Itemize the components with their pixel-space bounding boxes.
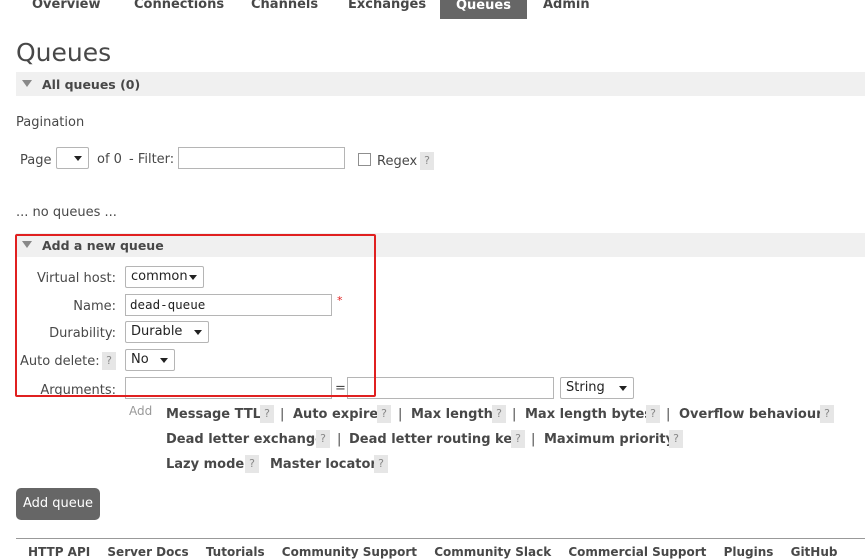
auto-delete-value: No: [131, 352, 149, 367]
page-label: Page: [20, 153, 52, 168]
regex-checkbox[interactable]: [358, 153, 371, 166]
help-icon[interactable]: ?: [511, 430, 525, 448]
durability-label: Durability:: [49, 326, 116, 341]
tab-queues[interactable]: Queues: [440, 0, 527, 19]
regex-label: Regex: [377, 154, 418, 169]
page-title: Queues: [16, 38, 112, 67]
chevron-down-icon: [160, 358, 168, 363]
of-pages-label: of 0: [97, 152, 122, 167]
help-icon[interactable]: ?: [260, 405, 274, 423]
durability-value: Durable: [131, 324, 183, 339]
footer-links: HTTP API Server Docs Tutorials Community…: [28, 545, 850, 559]
required-asterisk: *: [337, 294, 343, 307]
auto-delete-label: Auto delete:: [20, 354, 100, 369]
filter-input[interactable]: [178, 147, 345, 169]
separator: |: [280, 407, 285, 422]
arguments-label: Arguments:: [40, 383, 116, 398]
tab-admin[interactable]: Admin: [543, 0, 590, 19]
auto-delete-help-icon[interactable]: ?: [102, 352, 116, 370]
chevron-down-icon: [194, 330, 202, 335]
arg-max-length-bytes-link[interactable]: Max length bytes: [525, 407, 652, 422]
queue-name-input[interactable]: dead-queue: [125, 294, 332, 316]
footer-link-github[interactable]: GitHub: [791, 545, 838, 559]
arg-auto-expire-link[interactable]: Auto expire: [293, 407, 378, 422]
tab-overview[interactable]: Overview: [32, 0, 101, 19]
no-queues-text: ... no queues ...: [16, 205, 117, 220]
separator: |: [398, 407, 403, 422]
help-icon[interactable]: ?: [316, 430, 330, 448]
virtual-host-select[interactable]: common: [125, 266, 204, 288]
arg-master-locator-link[interactable]: Master locator: [270, 457, 377, 472]
separator: |: [666, 407, 671, 422]
name-label: Name:: [73, 299, 116, 314]
arg-lazy-mode-link[interactable]: Lazy mode: [166, 457, 244, 472]
arg-max-length-link[interactable]: Max length: [411, 407, 493, 422]
top-nav: Overview Connections Channels Exchanges …: [0, 0, 865, 19]
durability-select[interactable]: Durable: [125, 321, 209, 343]
argument-type-select[interactable]: String: [560, 377, 634, 399]
tab-connections[interactable]: Connections: [134, 0, 224, 19]
pagination-label: Pagination: [16, 115, 85, 130]
equals-sign: =: [335, 381, 346, 396]
argument-type-value: String: [566, 380, 605, 395]
all-queues-title[interactable]: All queues (0): [42, 77, 140, 92]
collapse-triangle-icon[interactable]: [22, 241, 32, 248]
add-queue-title[interactable]: Add a new queue: [42, 238, 164, 253]
filter-label: - Filter:: [129, 152, 175, 167]
arg-dead-letter-exchange-link[interactable]: Dead letter exchange: [166, 432, 324, 447]
help-icon[interactable]: ?: [492, 405, 506, 423]
help-icon[interactable]: ?: [374, 455, 388, 473]
separator: |: [531, 432, 536, 447]
footer-link-community-slack[interactable]: Community Slack: [434, 545, 551, 559]
help-icon[interactable]: ?: [245, 455, 259, 473]
virtual-host-value: common: [131, 269, 188, 284]
argument-key-input[interactable]: [125, 377, 332, 399]
chevron-down-icon: [619, 386, 627, 391]
add-label: Add: [129, 404, 153, 418]
footer-divider: [16, 538, 865, 539]
collapse-triangle-icon[interactable]: [22, 80, 32, 87]
footer-link-tutorials[interactable]: Tutorials: [206, 545, 265, 559]
argument-value-input[interactable]: [347, 377, 554, 399]
regex-help-icon[interactable]: ?: [420, 152, 434, 170]
arg-message-ttl-link[interactable]: Message TTL: [166, 407, 261, 422]
help-icon[interactable]: ?: [646, 405, 660, 423]
footer-link-commercial-support[interactable]: Commercial Support: [568, 545, 706, 559]
tab-channels[interactable]: Channels: [251, 0, 318, 19]
page-select[interactable]: [56, 147, 89, 169]
add-queue-button[interactable]: Add queue: [16, 488, 100, 520]
add-queue-section-header[interactable]: Add a new queue: [16, 233, 865, 257]
all-queues-section-header[interactable]: All queues (0): [16, 72, 865, 96]
arg-overflow-behaviour-link[interactable]: Overflow behaviour: [679, 407, 823, 422]
arg-dead-letter-routing-key-link[interactable]: Dead letter routing key: [349, 432, 521, 447]
footer-link-plugins[interactable]: Plugins: [724, 545, 774, 559]
virtual-host-label: Virtual host:: [36, 271, 116, 286]
auto-delete-select[interactable]: No: [125, 349, 175, 371]
help-icon[interactable]: ?: [669, 430, 683, 448]
tab-exchanges[interactable]: Exchanges: [348, 0, 426, 19]
footer-link-http-api[interactable]: HTTP API: [28, 545, 90, 559]
arg-maximum-priority-link[interactable]: Maximum priority: [544, 432, 674, 447]
chevron-down-icon: [189, 275, 197, 280]
footer-link-server-docs[interactable]: Server Docs: [107, 545, 188, 559]
separator: |: [512, 407, 517, 422]
separator: |: [337, 432, 342, 447]
chevron-down-icon: [74, 156, 82, 161]
footer-link-community-support[interactable]: Community Support: [282, 545, 417, 559]
help-icon[interactable]: ?: [820, 405, 834, 423]
help-icon[interactable]: ?: [377, 405, 391, 423]
